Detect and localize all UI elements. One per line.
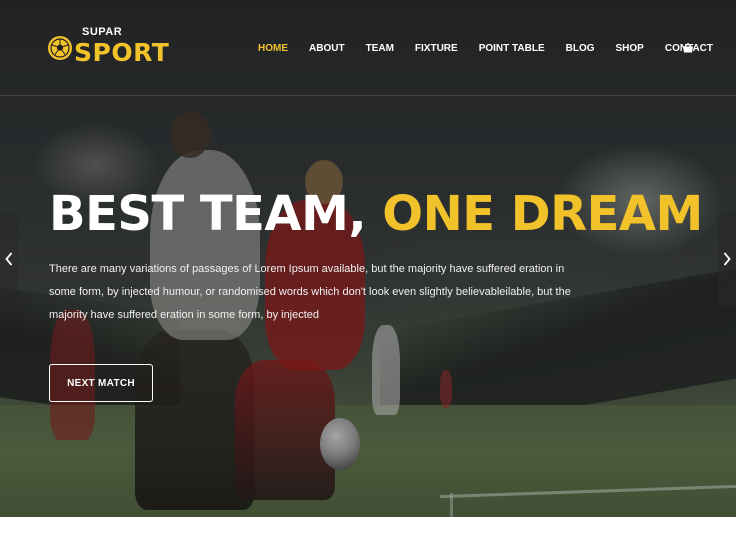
chevron-left-icon	[5, 252, 13, 266]
site-header: SUPAR SPORT HOME ABOUT TEAM FIXTURE POIN…	[0, 0, 736, 96]
slider-next-button[interactable]	[718, 212, 736, 306]
nav-item-home[interactable]: HOME	[258, 43, 288, 54]
soccer-ball-icon	[48, 36, 72, 60]
headline-white-text: BEST TEAM,	[49, 186, 367, 242]
next-match-button[interactable]: NEXT MATCH	[49, 364, 153, 402]
slider-prev-button[interactable]	[0, 212, 18, 306]
nav-item-fixture[interactable]: FIXTURE	[415, 43, 458, 54]
nav-item-blog[interactable]: BLOG	[566, 43, 595, 54]
nav-item-point-table[interactable]: POINT TABLE	[479, 43, 545, 54]
main-nav: HOME ABOUT TEAM FIXTURE POINT TABLE BLOG…	[258, 40, 713, 56]
chevron-right-icon	[723, 252, 731, 266]
nav-item-team[interactable]: TEAM	[366, 43, 394, 54]
headline-yellow-text: ONE DREAM	[382, 186, 703, 242]
site-logo[interactable]: SUPAR SPORT	[48, 26, 169, 70]
hero-headline: BEST TEAM, ONE DREAM	[49, 186, 703, 242]
nav-item-about[interactable]: ABOUT	[309, 43, 345, 54]
nav-item-shop[interactable]: SHOP	[616, 43, 644, 54]
logo-top-text: SUPAR	[82, 26, 123, 38]
cart-icon[interactable]	[682, 41, 694, 53]
logo-main-text: SPORT	[74, 38, 170, 67]
hero-description: There are many variations of passages of…	[49, 263, 571, 321]
